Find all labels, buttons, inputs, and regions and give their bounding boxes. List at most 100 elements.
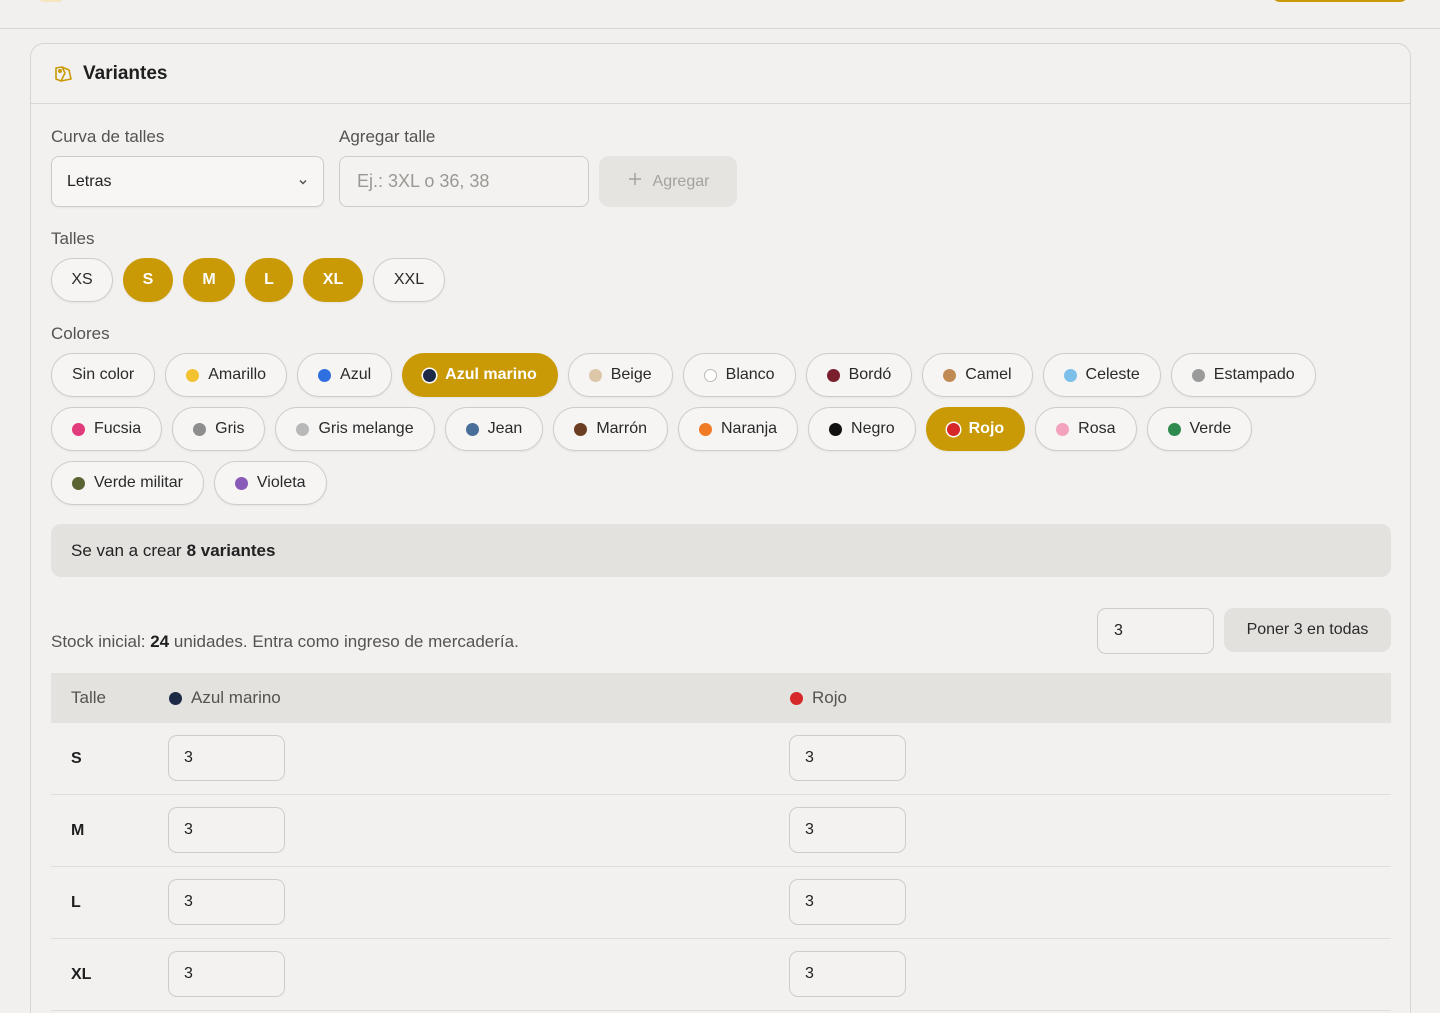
size-chip-m[interactable]: M: [183, 258, 235, 302]
color-chip-label: Naranja: [721, 420, 778, 437]
add-size-button[interactable]: Agregar: [599, 156, 737, 207]
card-header: Variantes: [31, 44, 1410, 104]
color-chip-jean[interactable]: Jean: [444, 407, 544, 451]
add-size-input[interactable]: [339, 156, 589, 207]
summary-prefix: Se van a crear: [71, 540, 182, 560]
color-chip-azul-marino[interactable]: Azul marino: [402, 353, 558, 397]
table-row: L: [51, 867, 1391, 939]
color-swatch: [790, 691, 803, 705]
color-swatch: [465, 422, 479, 436]
color-chip-label: Verde: [1189, 420, 1232, 437]
color-chip-label: Jean: [487, 420, 523, 437]
row-size-label: L: [71, 894, 81, 911]
table-row: M: [51, 795, 1391, 867]
table-header: Talle Azul marino Rojo: [51, 673, 1391, 723]
color-chip-azul[interactable]: Azul: [297, 353, 393, 397]
color-chip-label: Fucsia: [94, 420, 142, 437]
apply-all-button[interactable]: Poner 3 en todas: [1224, 608, 1391, 652]
color-chip-label: Marrón: [596, 420, 647, 437]
color-swatch: [946, 422, 960, 436]
stock-input[interactable]: [168, 735, 285, 781]
color-chip-sin-color[interactable]: Sin color: [51, 353, 156, 397]
color-chip-naranja[interactable]: Naranja: [678, 407, 799, 451]
color-chip-label: Camel: [965, 366, 1012, 383]
size-chip-xs[interactable]: XS: [51, 258, 113, 302]
color-swatch: [699, 422, 712, 436]
size-chip-xxl[interactable]: XXL: [373, 258, 445, 302]
stock-input[interactable]: [789, 951, 906, 997]
color-chip-rojo[interactable]: Rojo: [925, 407, 1026, 451]
size-chip-label: S: [142, 271, 154, 288]
color-chip-estampado[interactable]: Estampado: [1170, 353, 1316, 397]
summary-count: 8 variantes: [186, 540, 276, 560]
color-chip-camel[interactable]: Camel: [922, 353, 1033, 397]
row-size-label: S: [71, 750, 82, 767]
color-swatch: [1167, 422, 1181, 436]
bulk-stock-input[interactable]: [1097, 608, 1214, 654]
plus-icon: [627, 171, 643, 192]
stock-input[interactable]: [168, 807, 285, 853]
size-chip-l[interactable]: L: [245, 258, 293, 302]
color-chip-beige[interactable]: Beige: [567, 353, 673, 397]
stock-suffix: unidades. Entra como ingreso de mercader…: [173, 632, 519, 651]
color-chips-row-2: Fucsia Gris Gris melange Jean Marrón Nar…: [51, 407, 1253, 451]
color-chip-violeta[interactable]: Violeta: [213, 461, 327, 505]
color-chip-label: Azul marino: [445, 366, 537, 383]
color-chip-marron[interactable]: Marrón: [553, 407, 668, 451]
chevron-down-icon: [297, 176, 309, 188]
color-chip-label: Estampado: [1213, 366, 1295, 383]
stock-input[interactable]: [789, 879, 906, 925]
size-chip-label: XS: [71, 271, 93, 288]
size-chip-label: XXL: [393, 271, 425, 288]
color-swatch: [826, 368, 840, 382]
color-swatch: [943, 368, 957, 382]
stock-input[interactable]: [168, 879, 285, 925]
stock-input[interactable]: [789, 807, 906, 853]
color-chip-gris[interactable]: Gris: [172, 407, 266, 451]
color-chip-negro[interactable]: Negro: [808, 407, 916, 451]
color-chip-label: Violeta: [256, 474, 306, 491]
size-curve-label: Curva de talles: [51, 127, 165, 146]
top-right-button-fragment[interactable]: [1272, 0, 1408, 2]
color-swatch: [423, 368, 437, 382]
color-column-header-rojo: Rojo: [790, 673, 847, 723]
color-swatch: [72, 476, 85, 490]
color-swatch: [588, 368, 602, 382]
color-swatch: [703, 368, 717, 382]
color-chip-fucsia[interactable]: Fucsia: [51, 407, 163, 451]
color-chip-bordo[interactable]: Bordó: [805, 353, 913, 397]
row-size-label: XL: [71, 966, 92, 983]
stock-input[interactable]: [168, 951, 285, 997]
column-label: Azul marino: [191, 688, 281, 707]
color-chip-amarillo[interactable]: Amarillo: [165, 353, 288, 397]
color-chip-label: Gris melange: [318, 420, 414, 437]
color-chip-gris-melange[interactable]: Gris melange: [275, 407, 435, 451]
color-chip-rosa[interactable]: Rosa: [1035, 407, 1137, 451]
top-left-fragment: [38, 0, 64, 2]
color-chip-label: Verde militar: [94, 474, 183, 491]
color-chip-blanco[interactable]: Blanco: [682, 353, 796, 397]
color-swatch: [318, 368, 332, 382]
size-curve-select[interactable]: Letras: [51, 156, 324, 207]
color-chip-label: Rojo: [968, 420, 1005, 437]
size-chip-xl[interactable]: XL: [303, 258, 363, 302]
color-chip-label: Rosa: [1078, 420, 1116, 437]
color-chip-celeste[interactable]: Celeste: [1042, 353, 1161, 397]
stock-input[interactable]: [789, 735, 906, 781]
color-swatch: [234, 476, 248, 490]
color-swatch: [169, 691, 182, 705]
color-swatch: [829, 422, 843, 436]
tag-icon: [53, 64, 73, 84]
stock-prefix: Stock inicial:: [51, 632, 146, 651]
color-chip-label: Beige: [610, 366, 652, 383]
add-size-button-label: Agregar: [652, 172, 710, 190]
color-chip-verde-militar[interactable]: Verde militar: [51, 461, 204, 505]
size-curve-value: Letras: [67, 172, 112, 190]
top-bar: [0, 0, 1440, 29]
size-chip-s[interactable]: S: [123, 258, 173, 302]
section-title: Variantes: [83, 62, 168, 84]
size-chip-label: XL: [322, 271, 344, 288]
color-swatch: [1063, 368, 1077, 382]
color-chip-verde[interactable]: Verde: [1146, 407, 1253, 451]
color-swatch: [72, 422, 85, 436]
